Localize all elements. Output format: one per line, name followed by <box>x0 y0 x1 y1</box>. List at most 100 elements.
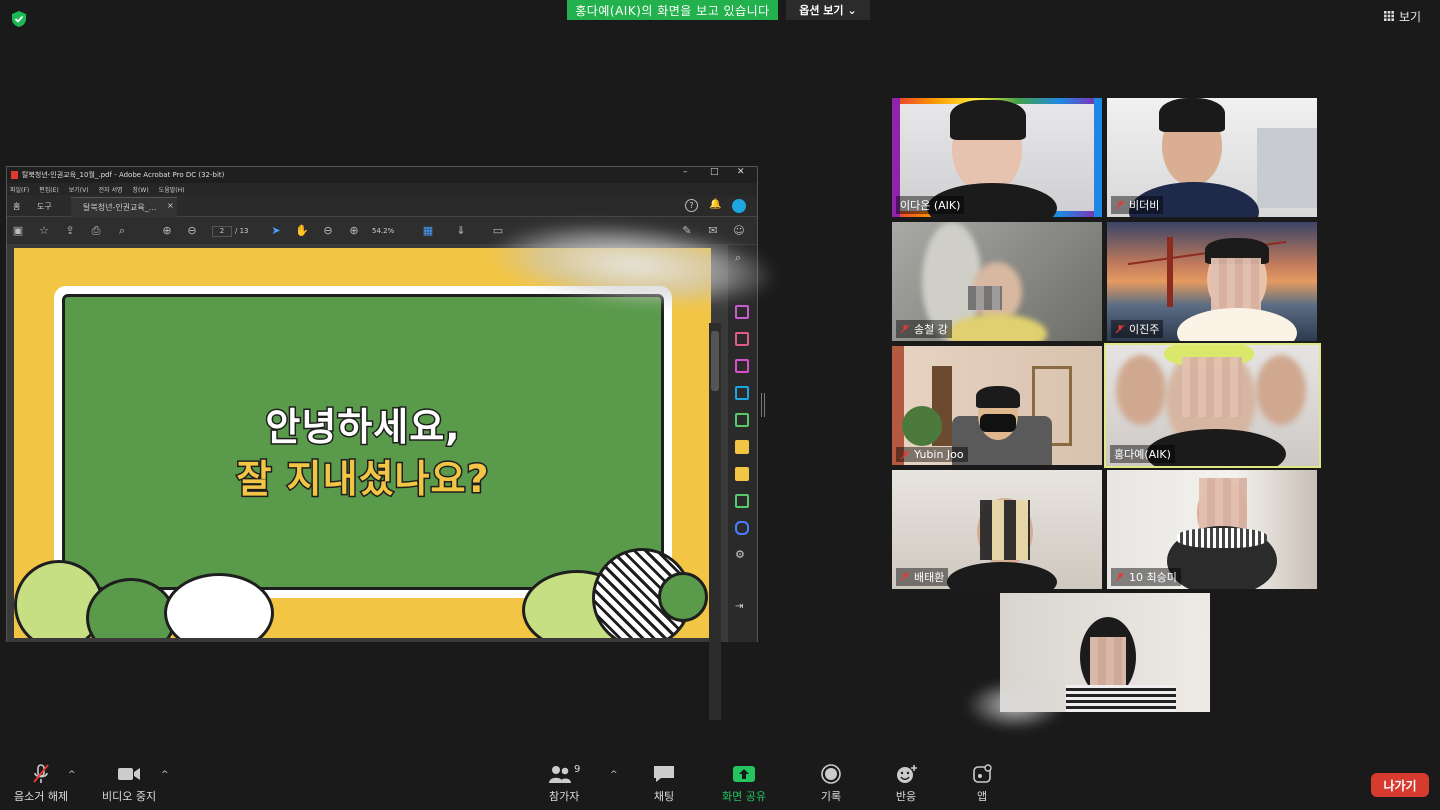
print-production-icon[interactable] <box>735 494 749 508</box>
page-total: / 13 <box>235 227 249 235</box>
document-area[interactable]: 안녕하세요, 잘 지내셨나요? <box>7 245 727 720</box>
video-tile-5[interactable]: Yubin Joo <box>892 346 1102 465</box>
tab-home[interactable]: 홈 <box>13 201 20 212</box>
video-tile-1[interactable]: 이다온 (AIK) <box>892 98 1102 217</box>
mic-muted-icon <box>900 450 910 459</box>
zoom-out-search-icon[interactable]: ⌕ <box>115 224 129 238</box>
mic-muted-icon <box>1115 200 1125 210</box>
menu-esign[interactable]: 전자 서명 <box>99 185 123 194</box>
participant-name-tag: 이다온 (AIK) <box>896 196 965 214</box>
close-icon[interactable]: ✕ <box>737 167 745 177</box>
view-options-button[interactable]: 옵션 보기 ⌄ <box>786 0 870 20</box>
stop-video-label: 비디오 중지 <box>102 790 157 803</box>
save-icon[interactable]: ▣ <box>11 224 25 238</box>
participant-name-tag: 10 최승미 <box>1111 568 1181 586</box>
video-tile-4[interactable]: 이진주 <box>1107 222 1317 341</box>
mic-muted-icon <box>900 324 910 334</box>
star-icon[interactable]: ☆ <box>37 224 51 238</box>
acrobat-window-title: 탈북청년-인권교육_10월_.pdf - Adobe Acrobat Pro D… <box>22 171 225 179</box>
comment-tool-icon[interactable] <box>735 467 749 481</box>
participants-button[interactable]: 9 참가자 <box>548 764 580 804</box>
mic-muted-icon <box>900 572 910 582</box>
tab-tools[interactable]: 도구 <box>37 201 52 212</box>
fit-page-icon[interactable]: ▦ <box>421 224 435 238</box>
video-tile-8[interactable]: 10 최승미 <box>1107 470 1317 589</box>
pdf-icon <box>11 171 18 179</box>
chat-label: 채팅 <box>653 790 675 803</box>
share-screen-label: 화면 공유 <box>722 790 766 803</box>
acrobat-title-bar: 탈북청년-인권교육_10월_.pdf - Adobe Acrobat Pro D… <box>7 167 757 183</box>
stop-video-button[interactable]: 비디오 중지 <box>102 764 156 804</box>
video-tile-3[interactable]: 송철 강 <box>892 222 1102 341</box>
compress-icon[interactable] <box>735 413 749 427</box>
acrobat-tabs: 홈 도구 탈북청년-인권교육_... × ? 🔔 <box>7 195 757 217</box>
zoom-level[interactable]: 54.2% <box>372 227 394 235</box>
tab-document[interactable]: 탈북청년-인권교육_... × <box>71 197 177 217</box>
page-down-icon[interactable]: ⊖ <box>185 224 199 238</box>
share-screen-button[interactable]: 화면 공유 <box>722 764 766 804</box>
participants-label: 참가자 <box>549 790 580 803</box>
smiley-plus-icon <box>897 765 917 783</box>
minimize-icon[interactable]: – <box>683 167 688 177</box>
edit-pdf-icon[interactable] <box>735 359 749 373</box>
mic-muted-icon <box>33 764 49 783</box>
cloud-upload-icon[interactable]: ⇪ <box>63 224 77 238</box>
video-tile-2[interactable]: 비더비 <box>1107 98 1317 217</box>
participant-name-tag: Yubin Joo <box>896 447 968 462</box>
document-scrollbar[interactable] <box>709 323 721 720</box>
combine-files-icon[interactable] <box>735 440 749 454</box>
video-camera-icon <box>118 768 141 780</box>
apps-label: 앱 <box>976 790 988 803</box>
view-options-label: 옵션 보기 <box>799 4 844 17</box>
participants-options-caret-icon[interactable]: ^ <box>610 770 618 780</box>
page-up-icon[interactable]: ⊕ <box>160 224 174 238</box>
zoom-plus-icon[interactable]: ⊕ <box>347 224 361 238</box>
more-tools-icon[interactable]: ⚙ <box>735 548 749 562</box>
grid-icon <box>1384 11 1394 21</box>
account-icon[interactable] <box>732 199 746 213</box>
help-icon[interactable]: ? <box>685 199 698 212</box>
leave-meeting-button[interactable]: 나가기 <box>1371 773 1429 797</box>
menu-help[interactable]: 도움말(H) <box>159 185 185 194</box>
resize-handle[interactable] <box>761 393 765 417</box>
unmute-label: 음소거 해제 <box>14 790 69 803</box>
unmute-button[interactable]: 음소거 해제 <box>14 764 68 804</box>
participant-name-tag: 배태환 <box>896 568 949 586</box>
participant-name-tag: 이진주 <box>1111 320 1164 338</box>
menu-edit[interactable]: 편집(E) <box>39 185 59 194</box>
menu-file[interactable]: 파일(F) <box>10 185 29 194</box>
view-button[interactable]: 보기 <box>1384 6 1421 26</box>
create-pdf-icon[interactable] <box>735 332 749 346</box>
tab-close-icon[interactable]: × <box>167 201 174 210</box>
meeting-controls-bar: 음소거 해제 ^ 비디오 중지 ^ 9 참가자 ^ 채팅 화면 공유 기록 반응… <box>0 756 1440 810</box>
menu-window[interactable]: 창(W) <box>133 185 149 194</box>
audio-options-caret-icon[interactable]: ^ <box>68 770 76 780</box>
bell-icon[interactable]: 🔔 <box>709 199 721 210</box>
acrobat-menu-bar: 파일(F) 편집(E) 보기(V) 전자 서명 창(W) 도움말(H) <box>7 183 757 195</box>
tab-document-label: 탈북청년-인권교육_... <box>83 203 157 212</box>
protect-icon[interactable] <box>735 521 749 535</box>
zoom-minus-icon[interactable]: ⊖ <box>321 224 335 238</box>
maximize-icon[interactable]: □ <box>710 167 719 177</box>
participant-name-tag: 홍다예(AIK) <box>1110 445 1175 463</box>
mic-muted-icon <box>1115 572 1125 582</box>
hand-icon[interactable]: ✋ <box>295 224 309 238</box>
record-button[interactable]: 기록 <box>819 764 843 804</box>
video-tile-6-active-speaker[interactable]: 홍다예(AIK) <box>1104 343 1321 468</box>
select-cursor-icon[interactable]: ➤ <box>269 224 283 238</box>
mic-muted-icon <box>1115 324 1125 334</box>
participants-icon <box>549 766 571 783</box>
video-options-caret-icon[interactable]: ^ <box>161 770 169 780</box>
scroll-mode-icon[interactable]: ⇓ <box>454 224 468 238</box>
apps-button[interactable]: 앱 <box>970 764 994 804</box>
reactions-button[interactable]: 반응 <box>894 764 918 804</box>
print-icon[interactable]: ⎙ <box>89 224 103 238</box>
page-number-input[interactable]: 2 <box>212 226 232 237</box>
video-tile-7[interactable]: 배태환 <box>892 470 1102 589</box>
security-shield-icon[interactable] <box>10 10 28 28</box>
collapse-panel-icon[interactable]: ⇥ <box>735 601 749 615</box>
organize-pages-icon[interactable] <box>735 386 749 400</box>
screen-share-banner: 홍다예(AIK)의 화면을 보고 있습니다 <box>567 0 778 20</box>
menu-view[interactable]: 보기(V) <box>69 185 89 194</box>
chat-button[interactable]: 채팅 <box>652 764 676 804</box>
